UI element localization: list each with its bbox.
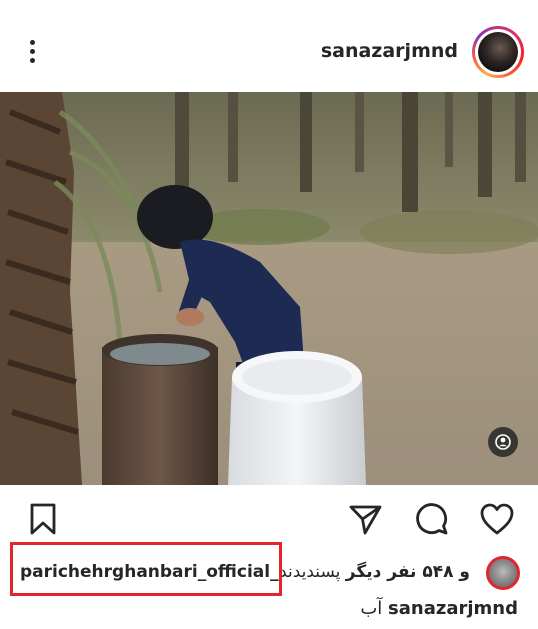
bookmark-icon[interactable] [24,500,62,538]
likes-row: و ۵۴۸ نفر دیگر پسندیدند parichehrghanbar… [0,542,538,596]
post-header: sanazarjmnd [0,0,538,92]
likes-count[interactable]: و ۵۴۸ نفر دیگر پسندیدند [279,562,470,582]
action-bar [0,490,538,546]
avatar-image [478,32,518,72]
avatar[interactable] [472,26,524,78]
photo-illustration [0,92,538,485]
send-icon[interactable] [346,500,384,538]
user-tag-icon[interactable] [488,427,518,457]
caption: آب sanazarjmnd [360,598,518,619]
likes-count-text: و ۵۴۸ نفر دیگر [345,562,470,582]
likes-suffix: پسندیدند [279,562,341,582]
post-photo[interactable] [0,92,538,485]
liker-avatar[interactable] [486,556,520,590]
heart-icon[interactable] [478,500,516,538]
liker-username[interactable]: parichehrghanbari_official_ [20,562,279,582]
more-options-icon[interactable] [22,36,42,68]
caption-username[interactable]: sanazarjmnd [388,598,518,619]
comment-icon[interactable] [413,500,451,538]
post-username[interactable]: sanazarjmnd [321,40,458,62]
caption-text: آب [360,598,383,619]
